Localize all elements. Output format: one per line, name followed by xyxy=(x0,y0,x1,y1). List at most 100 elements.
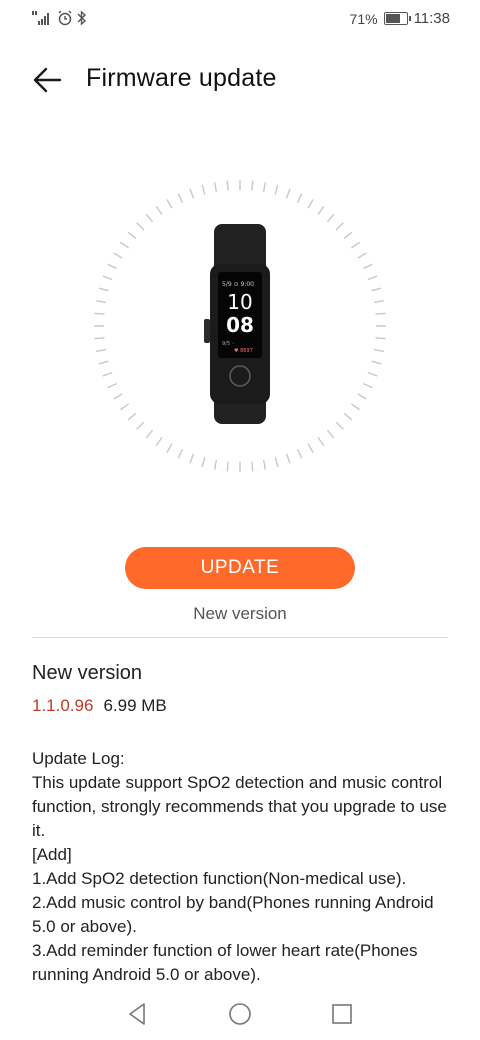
band-screen-date: 5/9 ⊙ 9:00 xyxy=(222,281,254,288)
nav-back-button[interactable] xyxy=(124,1000,152,1028)
dial-tick xyxy=(96,299,107,304)
dial-tick xyxy=(136,421,145,430)
alarm-icon xyxy=(58,10,72,26)
dial-tick xyxy=(189,453,195,464)
dial-tick xyxy=(371,360,382,365)
dial-tick xyxy=(362,382,373,389)
band-screen-sub: 9/5 ◦ xyxy=(222,341,235,347)
battery-icon xyxy=(383,12,411,25)
dial-tick xyxy=(226,180,229,191)
back-button[interactable] xyxy=(30,62,66,98)
status-time: 11:38 xyxy=(413,10,450,27)
dial-tick xyxy=(375,312,386,315)
dial-tick xyxy=(120,241,129,249)
dial-tick xyxy=(94,312,105,315)
nav-home-button[interactable] xyxy=(226,1000,254,1028)
dial-tick xyxy=(296,193,303,204)
dial-tick xyxy=(296,448,303,459)
dial-tick xyxy=(251,180,254,191)
dial-tick xyxy=(98,360,109,365)
dial-tick xyxy=(367,371,378,377)
dial-tick xyxy=(307,443,314,453)
nav-recents-button[interactable] xyxy=(328,1000,356,1028)
update-status-text: New version xyxy=(193,604,287,623)
dial-tick xyxy=(375,337,386,340)
dial-tick xyxy=(145,429,154,439)
dial-tick xyxy=(362,263,373,270)
dial-tick xyxy=(201,184,206,195)
dial-tick xyxy=(351,403,360,411)
dial-tick xyxy=(371,287,382,292)
dial-tick xyxy=(373,348,384,353)
page-title: Firmware update xyxy=(86,64,277,92)
version-section-title: New version xyxy=(32,662,143,684)
arrow-left-icon xyxy=(33,67,62,93)
divider xyxy=(32,637,448,638)
update-button[interactable]: UPDATE xyxy=(125,547,355,589)
navigation-bar xyxy=(0,994,480,1034)
dial-tick xyxy=(317,206,325,215)
dial-tick xyxy=(155,206,163,215)
dial-tick xyxy=(145,213,154,223)
dial-tick xyxy=(262,182,267,193)
update-log-line: Update Log: xyxy=(32,749,125,768)
version-size: 6.99 MB xyxy=(103,696,167,715)
dial-tick xyxy=(166,199,173,209)
dial-tick xyxy=(326,213,335,223)
nav-back-icon xyxy=(129,1003,145,1025)
dial-tick xyxy=(107,263,118,270)
battery-fill xyxy=(385,14,400,23)
dial-tick xyxy=(343,412,353,421)
dial-tick xyxy=(94,337,105,340)
dial-tick xyxy=(213,459,218,470)
dial-tick xyxy=(274,184,279,195)
dial-tick xyxy=(367,275,378,281)
dial-tick xyxy=(351,241,360,249)
status-icons-left xyxy=(32,10,88,26)
dial-tick xyxy=(262,459,267,470)
dial-tick xyxy=(357,252,367,259)
nav-home-icon xyxy=(229,1003,251,1025)
app-bar: Firmware update xyxy=(0,52,480,108)
dial-tick xyxy=(136,222,145,231)
update-log-line: 3.Add reminder function of lower heart r… xyxy=(32,941,418,984)
dial-tick xyxy=(335,421,344,430)
dial-tick xyxy=(113,252,123,259)
dial-tick xyxy=(213,182,218,193)
dial-tick xyxy=(357,393,367,400)
dial-tick xyxy=(120,403,129,411)
band-screen-steps: ♥ 8697 xyxy=(234,348,253,354)
version-number: 1.1.0.96 xyxy=(32,696,94,715)
dial-tick xyxy=(166,443,173,453)
dial-tick xyxy=(127,412,137,421)
update-log-line: This update support SpO2 detection and m… xyxy=(32,773,447,840)
battery-percent: 71% xyxy=(349,10,378,27)
update-log-line: 2.Add music control by band(Phones runni… xyxy=(32,893,434,936)
dial-tick xyxy=(285,453,291,464)
nav-recents-icon xyxy=(332,1004,352,1024)
dial-tick xyxy=(107,382,118,389)
fitness-band-image: 5/9 ⊙ 9:00 10 08 9/5 ◦ ♥ 8697 xyxy=(204,224,270,424)
band-screen-minute: 08 xyxy=(226,313,254,337)
dial-tick xyxy=(251,461,254,472)
dial-tick xyxy=(177,448,184,459)
dial-tick xyxy=(274,457,279,468)
dial-tick xyxy=(343,231,353,240)
signal-icon xyxy=(32,11,49,25)
status-bar: 71% 11:38 xyxy=(0,0,480,40)
dial-tick xyxy=(98,287,109,292)
dial-tick xyxy=(102,371,113,377)
dial-tick xyxy=(373,299,384,304)
update-log: Update Log: This update support SpO2 det… xyxy=(32,747,452,987)
dial-tick xyxy=(102,275,113,281)
dial-tick xyxy=(317,437,325,446)
dial-tick xyxy=(335,222,344,231)
dial-tick xyxy=(96,348,107,353)
bluetooth-icon xyxy=(77,10,87,26)
dial-tick xyxy=(226,461,229,472)
dial-tick xyxy=(177,193,184,204)
dial-tick xyxy=(326,429,335,439)
dial-tick xyxy=(201,457,206,468)
band-screen-hour: 10 xyxy=(227,290,252,314)
dial-tick xyxy=(127,231,137,240)
